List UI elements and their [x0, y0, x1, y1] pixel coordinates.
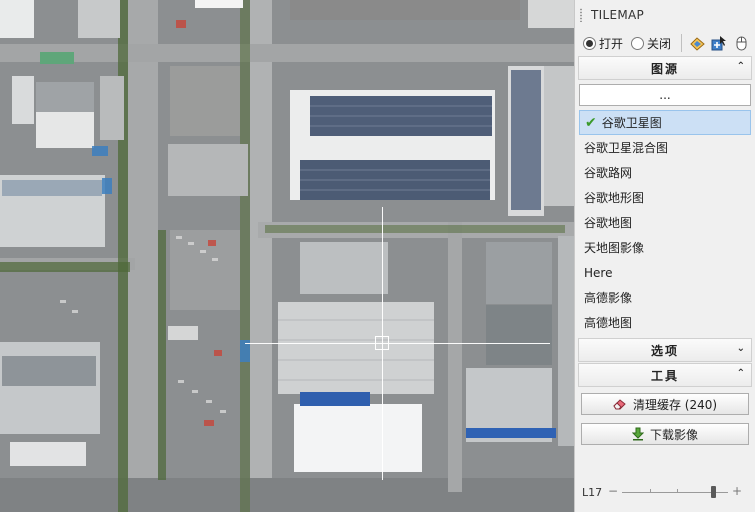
source-item-amap-imagery[interactable]: 高德影像	[579, 285, 751, 310]
source-item-label: 高德影像	[584, 291, 633, 305]
source-item-google-map[interactable]: 谷歌地图	[579, 210, 751, 235]
source-item-label: 谷歌地形图	[584, 191, 645, 205]
map-imagery	[0, 0, 574, 512]
zoom-tick	[650, 489, 651, 493]
source-item-here[interactable]: Here	[579, 260, 751, 285]
radio-close-label: 关闭	[647, 36, 672, 51]
source-item-label: 高德地图	[584, 316, 633, 330]
crosshair-horizontal	[245, 343, 550, 344]
section-options-title: 选项	[650, 343, 679, 358]
source-item-google-roads[interactable]: 谷歌路网	[579, 160, 751, 185]
source-item-amap-map[interactable]: 高德地图	[579, 310, 751, 335]
zoom-slider-thumb[interactable]	[710, 486, 716, 498]
source-item-label: 天地图影像	[584, 241, 645, 255]
source-item-google-satellite[interactable]: ✔ 谷歌卫星图	[579, 110, 751, 135]
zoom-slider[interactable]: − +	[608, 484, 742, 499]
source-item-label: 谷歌路网	[584, 166, 633, 180]
source-item-label: 谷歌卫星混合图	[584, 141, 669, 155]
download-icon	[631, 427, 644, 441]
section-options[interactable]: 选项 ⌄	[578, 338, 752, 362]
more-sources-button[interactable]: ...	[579, 84, 751, 106]
crosshair-center-box	[375, 336, 389, 350]
zoom-out-button[interactable]: −	[608, 484, 618, 498]
section-tools[interactable]: 工具 ⌃	[578, 363, 752, 387]
source-item-google-hybrid[interactable]: 谷歌卫星混合图	[579, 135, 751, 160]
download-imagery-label: 下载影像	[649, 427, 698, 442]
clear-cache-label: 清理缓存 (240)	[632, 397, 718, 412]
section-map-source[interactable]: 图源 ⌃	[578, 56, 752, 80]
source-list: ✔ 谷歌卫星图 谷歌卫星混合图 谷歌路网 谷歌地形图 谷歌地图 天地图影像 He…	[579, 110, 751, 335]
zoom-level-label: L17	[582, 485, 603, 499]
chevron-down-icon[interactable]: ⌄	[737, 343, 745, 354]
source-item-label: Here	[584, 265, 613, 280]
chevron-up-icon[interactable]: ⌃	[737, 368, 745, 379]
clear-cache-button[interactable]: 清理缓存 (240)	[581, 393, 749, 415]
panel-title: TILEMAP	[591, 8, 645, 22]
zoom-control: L17 − +	[575, 484, 755, 500]
tilemap-panel: TILEMAP 打开 关闭 图源 ⌃ ... ✔ 谷歌卫星图 谷歌卫星混合图 谷…	[574, 0, 755, 512]
source-item-label: 谷歌卫星图	[601, 116, 662, 130]
satellite-map-view[interactable]	[0, 0, 574, 512]
source-item-tianditu-imagery[interactable]: 天地图影像	[579, 235, 751, 260]
panel-toolbar: 打开 关闭	[575, 30, 755, 56]
section-map-source-title: 图源	[650, 61, 679, 76]
radio-open-label: 打开	[599, 36, 624, 51]
panel-titlebar[interactable]: TILEMAP	[575, 0, 755, 30]
section-tools-title: 工具	[650, 368, 679, 383]
zoom-in-button[interactable]: +	[732, 484, 742, 498]
eraser-icon	[613, 399, 626, 410]
source-item-label: 谷歌地图	[584, 216, 633, 230]
download-imagery-button[interactable]: 下载影像	[581, 423, 749, 445]
layers-icon[interactable]	[687, 33, 707, 53]
radio-close-indicator[interactable]	[631, 36, 645, 50]
radio-open-indicator[interactable]	[583, 36, 596, 50]
check-icon: ✔	[585, 114, 597, 131]
mouse-icon[interactable]	[731, 33, 751, 53]
cursor-plus-icon[interactable]	[709, 33, 729, 53]
toolbar-separator	[681, 34, 683, 52]
zoom-tick	[677, 489, 678, 493]
chevron-up-icon[interactable]: ⌃	[737, 61, 745, 72]
radio-open[interactable]: 打开	[583, 35, 623, 52]
drag-grip-icon[interactable]	[579, 8, 583, 22]
radio-close[interactable]: 关闭	[631, 35, 671, 52]
source-item-google-terrain[interactable]: 谷歌地形图	[579, 185, 751, 210]
